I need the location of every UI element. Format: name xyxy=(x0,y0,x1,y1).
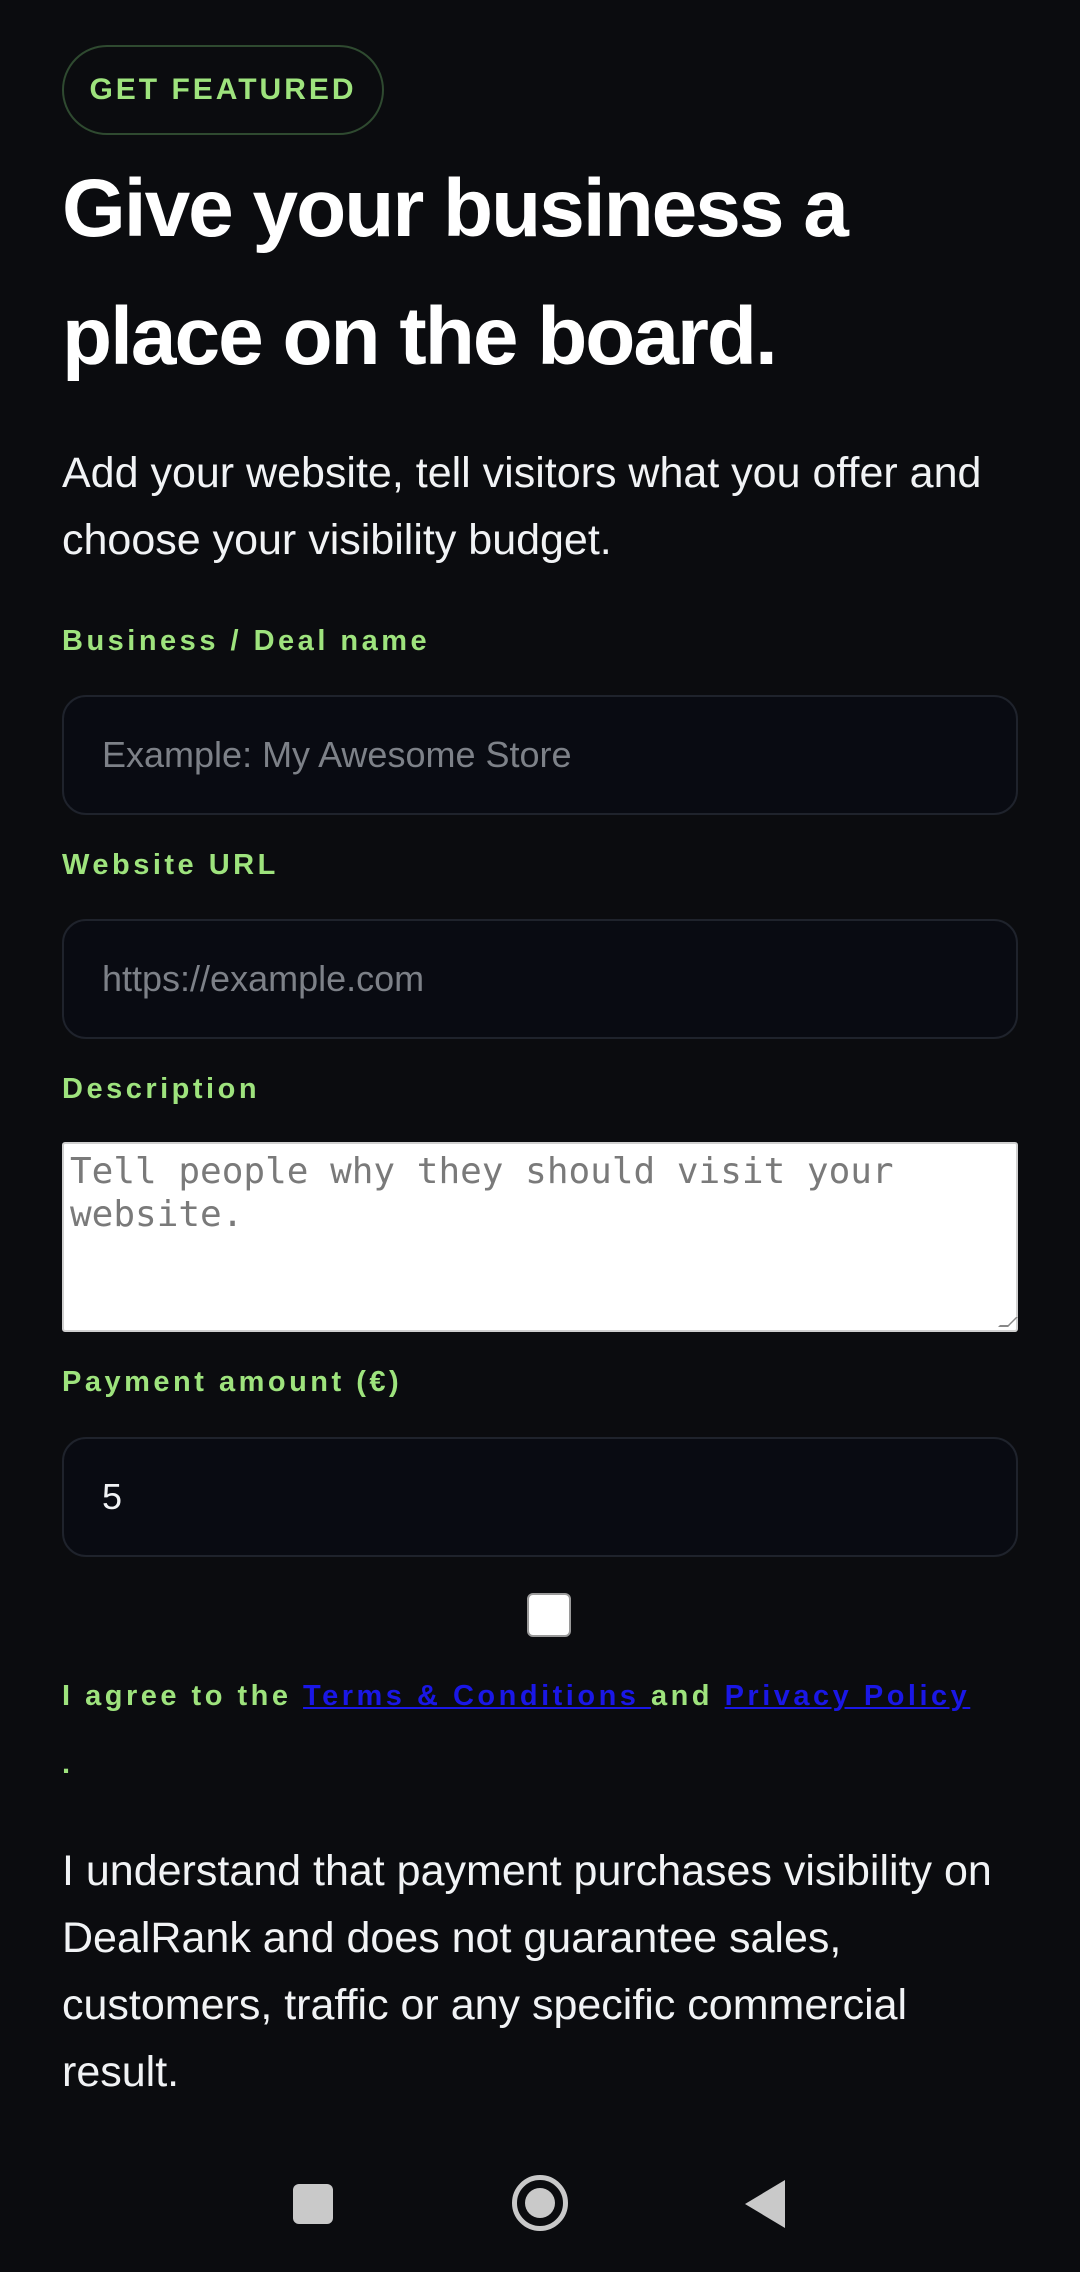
business-name-label: Business / Deal name xyxy=(62,625,431,657)
payment-amount-value: 5 xyxy=(102,1476,123,1517)
get-featured-badge: GET FEATURED xyxy=(62,45,384,135)
business-name-placeholder: Example: My Awesome Store xyxy=(102,734,572,775)
payment-amount-input[interactable]: 5 xyxy=(62,1437,1018,1557)
website-url-placeholder: https://example.com xyxy=(102,958,425,999)
description-label: Description xyxy=(62,1073,261,1105)
system-navigation-bar xyxy=(0,2150,1080,2272)
square-icon[interactable] xyxy=(293,2184,333,2224)
payment-disclaimer: I understand that payment purchases visi… xyxy=(62,1847,992,2096)
terms-link[interactable]: Terms & Conditions xyxy=(303,1680,651,1712)
circle-home-icon[interactable] xyxy=(512,2175,568,2231)
get-featured-page: GET FEATURED Give your business a place … xyxy=(0,0,1080,2272)
agree-suffix: . xyxy=(62,1748,71,1780)
website-url-input[interactable]: https://example.com xyxy=(62,919,1018,1039)
description-placeholder: Tell people why they should visit your w… xyxy=(70,1151,894,1235)
description-textarea[interactable]: Tell people why they should visit your w… xyxy=(62,1142,1018,1332)
website-url-label: Website URL xyxy=(62,849,279,881)
page-title: Give your business a place on the board. xyxy=(62,163,849,382)
resize-grip-icon[interactable] xyxy=(998,1317,1018,1327)
business-name-input[interactable]: Example: My Awesome Store xyxy=(62,695,1018,815)
intro-text: Add your website, tell visitors what you… xyxy=(62,449,982,564)
triangle-back-icon[interactable] xyxy=(745,2180,785,2228)
agree-text: I agree to the Terms & Conditions and Pr… xyxy=(62,1676,1042,1716)
agree-and: and xyxy=(650,1680,725,1712)
payment-amount-label: Payment amount (€) xyxy=(62,1366,403,1398)
agree-checkbox[interactable] xyxy=(527,1593,571,1637)
agree-prefix: I agree to the xyxy=(62,1680,304,1712)
privacy-link[interactable]: Privacy Policy xyxy=(725,1680,971,1712)
